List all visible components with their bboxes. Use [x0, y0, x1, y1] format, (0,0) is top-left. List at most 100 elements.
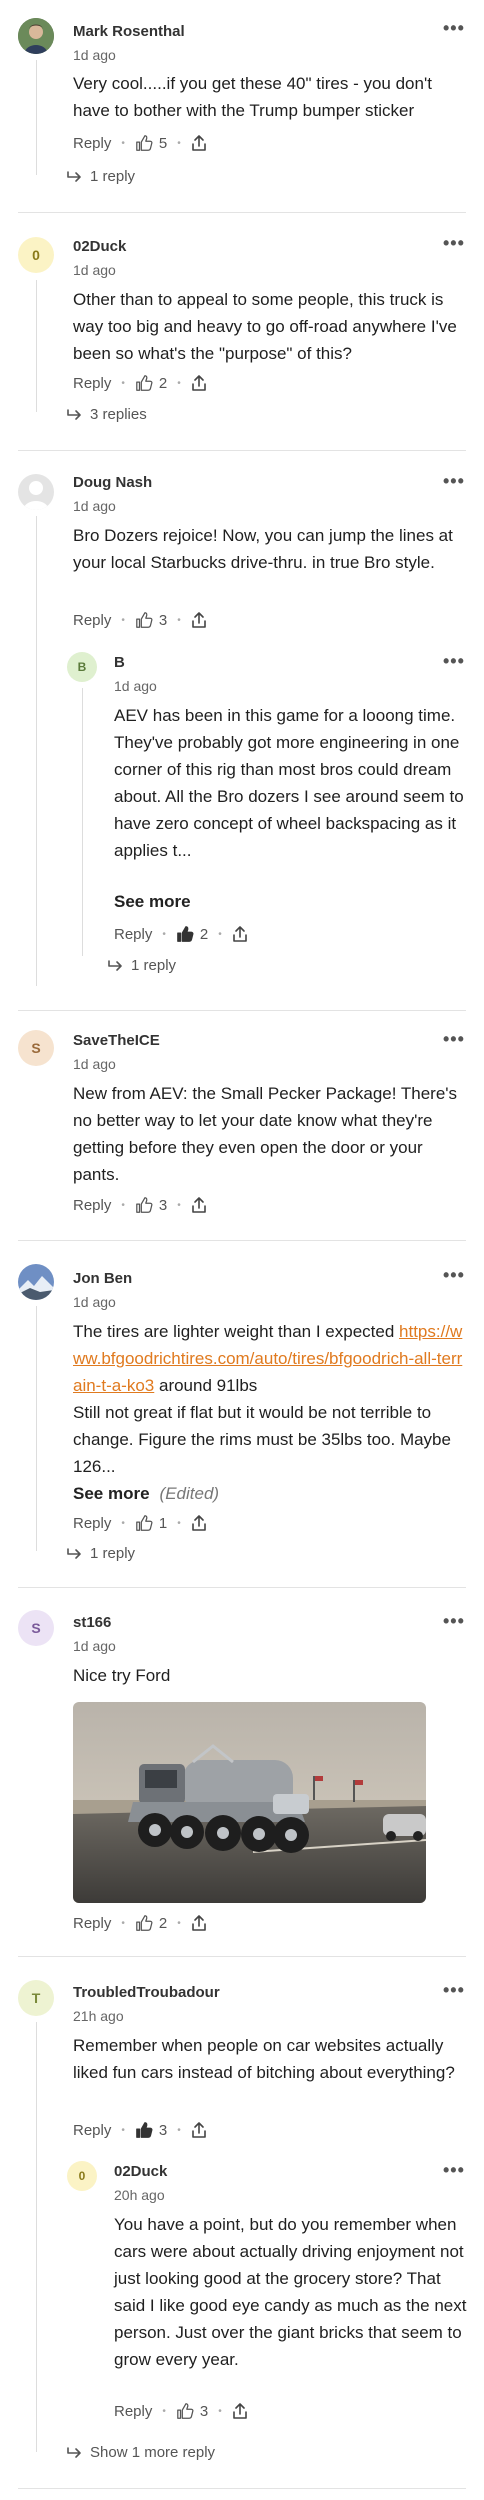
thumbs-up-icon[interactable]: [135, 1514, 153, 1532]
reply-arrow-icon: [67, 1547, 81, 1559]
avatar[interactable]: S: [18, 1610, 54, 1646]
like-count: 1: [158, 1514, 168, 1532]
reply-button[interactable]: Reply: [73, 2122, 111, 2139]
share-icon[interactable]: [232, 925, 248, 943]
more-options-icon[interactable]: •••: [443, 18, 465, 39]
share-icon[interactable]: [191, 2121, 207, 2139]
like-count: 3: [158, 1196, 168, 1214]
divider: [18, 1956, 466, 1957]
separator: •: [121, 137, 125, 149]
avatar[interactable]: [18, 474, 54, 510]
view-replies-link[interactable]: 1 reply: [107, 957, 176, 974]
attached-image[interactable]: [73, 1702, 426, 1903]
separator: •: [177, 377, 181, 389]
timestamp: 1d ago: [73, 1638, 116, 1654]
reply-button[interactable]: Reply: [114, 2403, 152, 2420]
like-count: 5: [158, 134, 168, 152]
show-more-replies-link[interactable]: Show 1 more reply: [66, 2444, 215, 2461]
more-options-icon[interactable]: •••: [443, 233, 465, 254]
author-name[interactable]: Jon Ben: [73, 1270, 132, 1287]
author-name[interactable]: Mark Rosenthal: [73, 23, 185, 40]
timestamp: 1d ago: [73, 47, 116, 63]
more-options-icon[interactable]: •••: [443, 1265, 465, 1286]
avatar[interactable]: T: [18, 1980, 54, 2016]
share-icon[interactable]: [191, 611, 207, 629]
share-icon[interactable]: [191, 134, 207, 152]
view-replies-link[interactable]: 3 replies: [66, 406, 147, 423]
reply-button[interactable]: Reply: [73, 375, 111, 392]
separator: •: [218, 2405, 222, 2417]
avatar[interactable]: [18, 1264, 54, 1300]
like-count: 2: [199, 925, 209, 943]
reply-arrow-icon: [67, 2446, 81, 2458]
comment-text: New from AEV: the Small Pecker Package! …: [73, 1084, 458, 1184]
thread-line: [36, 60, 37, 175]
comment-text: Nice try Ford: [73, 1666, 171, 1685]
comment-actions: Reply • 2 •: [73, 374, 207, 392]
reply-button[interactable]: Reply: [73, 1915, 111, 1932]
replies-count: Show 1 more reply: [90, 2444, 216, 2461]
avatar[interactable]: B: [67, 652, 97, 682]
more-options-icon[interactable]: •••: [443, 2160, 465, 2181]
thumbs-up-icon[interactable]: [135, 1196, 153, 1214]
thread-line: [36, 2022, 37, 2452]
reply-button[interactable]: Reply: [73, 1197, 111, 1214]
comment-text: Very cool.....if you get these 40" tires…: [73, 74, 432, 120]
thumbs-up-filled-icon[interactable]: [135, 2121, 153, 2139]
view-replies-link[interactable]: 1 reply: [66, 1545, 135, 1562]
thumbs-up-icon[interactable]: [176, 2402, 194, 2420]
separator: •: [121, 1917, 125, 1929]
avatar[interactable]: 0: [67, 2161, 97, 2191]
like-count: 3: [158, 2121, 168, 2139]
user-photo-icon: [18, 18, 54, 54]
author-name[interactable]: TroubledTroubadour: [73, 1984, 220, 2001]
reply-button[interactable]: Reply: [114, 926, 152, 943]
view-replies-link[interactable]: 1 reply: [66, 168, 135, 185]
author-name[interactable]: SaveTheICE: [73, 1032, 160, 1049]
separator: •: [218, 928, 222, 940]
reply-button[interactable]: Reply: [73, 1515, 111, 1532]
share-icon[interactable]: [191, 1196, 207, 1214]
author-name[interactable]: Doug Nash: [73, 474, 152, 491]
separator: •: [121, 1517, 125, 1529]
author-name[interactable]: 02Duck: [73, 238, 126, 255]
thumbs-up-icon[interactable]: [135, 1914, 153, 1932]
thumbs-up-icon[interactable]: [135, 134, 153, 152]
separator: •: [162, 2405, 166, 2417]
separator: •: [177, 137, 181, 149]
divider: [18, 1010, 466, 1011]
reply-button[interactable]: Reply: [73, 135, 111, 152]
comment-actions: Reply • 5 •: [73, 134, 207, 152]
share-icon[interactable]: [191, 374, 207, 392]
author-name[interactable]: B: [114, 654, 125, 671]
thumbs-up-icon[interactable]: [135, 611, 153, 629]
thread-line: [36, 280, 37, 412]
avatar[interactable]: [18, 18, 54, 54]
see-more-button[interactable]: See more: [114, 888, 191, 915]
more-options-icon[interactable]: •••: [443, 1980, 465, 2001]
avatar[interactable]: S: [18, 1030, 54, 1066]
like-count: 2: [158, 374, 168, 392]
comment-text: Other than to appeal to some people, thi…: [73, 290, 457, 363]
more-options-icon[interactable]: •••: [443, 651, 465, 672]
share-icon[interactable]: [232, 2402, 248, 2420]
thumbs-up-filled-icon[interactable]: [176, 925, 194, 943]
share-icon[interactable]: [191, 1914, 207, 1932]
author-name[interactable]: 02Duck: [114, 2163, 167, 2180]
thumbs-up-icon[interactable]: [135, 374, 153, 392]
more-options-icon[interactable]: •••: [443, 1611, 465, 1632]
truck-photo-icon: [73, 1702, 426, 1903]
more-options-icon[interactable]: •••: [443, 471, 465, 492]
share-icon[interactable]: [191, 1514, 207, 1532]
comment-actions: Reply • 2 •: [114, 925, 248, 943]
more-options-icon[interactable]: •••: [443, 1029, 465, 1050]
comment-actions: Reply • 3 •: [114, 2402, 248, 2420]
timestamp: 20h ago: [114, 2187, 165, 2203]
author-name[interactable]: st166: [73, 1614, 111, 1631]
see-more-button[interactable]: See more: [73, 1484, 150, 1503]
reply-button[interactable]: Reply: [73, 612, 111, 629]
divider: [18, 1240, 466, 1241]
timestamp: 1d ago: [73, 1294, 116, 1310]
avatar[interactable]: 0: [18, 237, 54, 273]
timestamp: 1d ago: [73, 1056, 116, 1072]
